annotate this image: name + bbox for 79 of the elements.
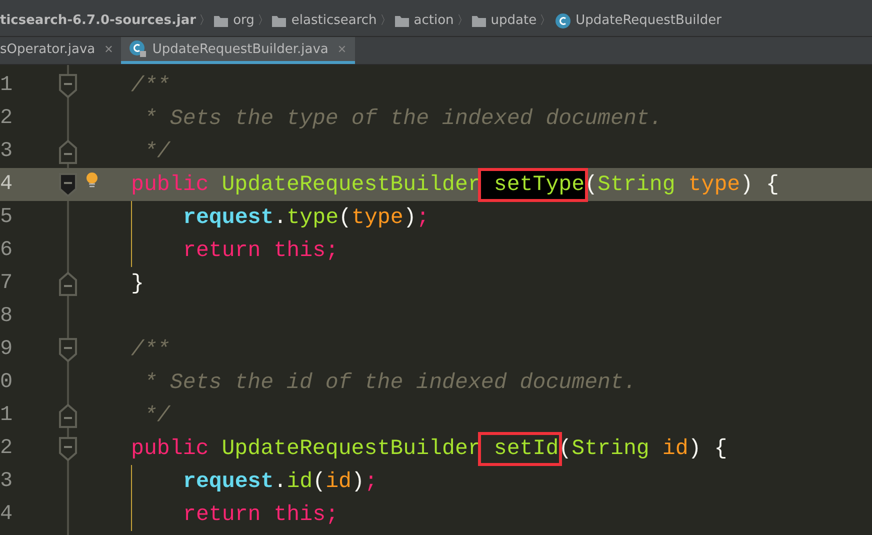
chevron-icon: 〉 [380, 12, 392, 29]
line-number: 7 [0, 272, 14, 295]
code-punctuation: ) { [688, 436, 728, 460]
code-parameter: type [687, 172, 740, 196]
code-punctuation: . [274, 470, 287, 494]
code-keyword: ; [416, 206, 430, 230]
code-punctuation: ( [312, 470, 326, 494]
lightbulb-icon[interactable] [86, 172, 98, 188]
breadcrumb-item[interactable]: elasticsearch [272, 13, 377, 28]
chevron-icon: 〉 [456, 12, 469, 29]
breadcrumb-item[interactable]: action [394, 13, 454, 28]
chevron-icon: 〉 [540, 12, 552, 29]
code-punctuation: ( [584, 172, 598, 196]
folder-icon [214, 14, 228, 26]
line-number: 5 [0, 206, 14, 229]
unfold-marker-icon[interactable] [58, 138, 78, 164]
code-field: request [183, 470, 274, 494]
code-comment: /** [131, 338, 170, 362]
line-number: 3 [0, 470, 14, 493]
line-number: 8 [0, 305, 14, 328]
code-identifier: id [286, 470, 313, 494]
code-parameter: id [661, 436, 688, 460]
code-identifier: String [572, 436, 650, 460]
file-tab[interactable]: sOperator.java ✕ [0, 37, 122, 64]
line-number: 4 [0, 173, 14, 196]
code-comment: * Sets the id of the indexed document. [144, 370, 636, 394]
line-number: 1 [0, 74, 14, 97]
line-number: 6 [0, 239, 14, 262]
file-tab[interactable]: UpdateRequestBuilder.java ✕ [121, 37, 355, 64]
highlight-box: setType [480, 170, 585, 198]
code-punctuation: ) { [740, 172, 779, 196]
fold-marker-icon[interactable] [58, 172, 78, 198]
code-identifier: UpdateRequestBuilder [220, 436, 481, 460]
code-punctuation: ) [352, 470, 364, 494]
fold-marker-icon[interactable] [58, 436, 78, 462]
unfold-marker-icon[interactable] [58, 402, 78, 428]
fold-marker-icon[interactable] [58, 72, 78, 98]
code-keyword: return this; [183, 238, 339, 262]
breadcrumb-item[interactable]: update [472, 13, 537, 28]
folder-icon [394, 14, 409, 26]
code-parameter: type [352, 206, 404, 230]
code-punctuation: ) [403, 206, 416, 230]
code-keyword: ; [364, 470, 378, 494]
class-icon [554, 12, 571, 28]
code-comment: /** [131, 74, 170, 98]
line-number: 0 [0, 371, 14, 394]
chevron-icon: 〉 [257, 12, 270, 29]
line-number: 2 [0, 107, 14, 130]
line-number: 2 [0, 437, 14, 460]
code-keyword: public [131, 172, 209, 196]
code-parameter: id [326, 470, 352, 494]
chevron-icon: 〉 [199, 12, 212, 29]
code-comment: */ [144, 140, 170, 164]
class-icon [129, 40, 148, 58]
code-punctuation: ( [558, 436, 572, 460]
code-identifier: UpdateRequestBuilder [220, 172, 481, 196]
breadcrumb-item[interactable]: ticsearch-6.7.0-sources.jar [0, 13, 196, 28]
code-punctuation: . [274, 206, 287, 230]
code-identifier: type [286, 206, 339, 230]
code-punctuation: ( [338, 206, 352, 230]
fold-marker-icon[interactable] [58, 336, 78, 362]
code-keyword: public [131, 436, 209, 460]
line-number: 1 [0, 404, 14, 427]
code-identifier: String [598, 172, 676, 196]
breadcrumb-item[interactable]: org [214, 13, 254, 28]
line-number: 9 [0, 338, 14, 361]
close-icon[interactable]: ✕ [104, 42, 114, 56]
line-number: 4 [0, 503, 14, 526]
code-punctuation: } [131, 272, 144, 296]
folder-icon [472, 14, 486, 26]
code-keyword: return this; [183, 502, 339, 526]
line-number: 3 [0, 140, 14, 163]
highlight-box: setId [480, 434, 559, 462]
code-comment: */ [144, 404, 170, 428]
code-field: request [183, 206, 274, 230]
unfold-marker-icon[interactable] [58, 270, 78, 296]
breadcrumb-item[interactable]: UpdateRequestBuilder [554, 12, 722, 28]
folder-icon [272, 14, 286, 26]
code-comment: * Sets the type of the indexed document. [144, 106, 662, 130]
